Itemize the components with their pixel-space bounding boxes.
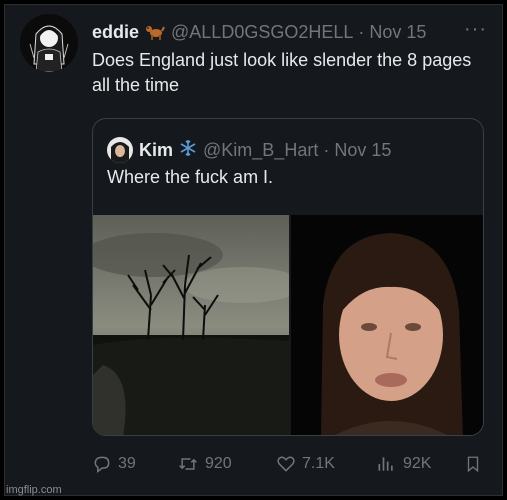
- views-count: 92K: [403, 455, 432, 472]
- reply-button[interactable]: 39: [92, 454, 136, 474]
- views-chart-icon: [378, 457, 393, 471]
- quoted-post-header: Kim @Kim_B_Hart · Nov 15: [107, 137, 391, 163]
- reply-icon: [94, 456, 110, 474]
- bookmark-button[interactable]: [464, 454, 488, 474]
- post-text: Does England just look like slender the …: [92, 50, 472, 95]
- quoted-avatar: [107, 137, 133, 163]
- dog-icon: [145, 23, 165, 41]
- like-count: 7.1K: [302, 455, 335, 472]
- snowflake-icon: [179, 139, 197, 162]
- repost-button[interactable]: 920: [177, 454, 232, 474]
- quoted-post-date: Nov 15: [334, 139, 392, 160]
- user-handle[interactable]: @ALLD0GSGO2HELL: [171, 22, 353, 43]
- repost-count: 920: [205, 455, 232, 472]
- separator-dot: ·: [358, 21, 365, 42]
- quoted-post-text: Where the fuck am I.: [107, 167, 274, 187]
- heart-icon: [277, 456, 295, 472]
- quoted-post[interactable]: Kim @Kim_B_Hart · Nov 15 Where the fuck …: [92, 118, 484, 436]
- post-header: eddie @ALLD0GSGO2HELL · Nov 15 ···: [92, 18, 487, 44]
- quoted-display-name: Kim: [139, 139, 174, 160]
- action-bar: 39 920 7.1K 92K: [92, 452, 484, 476]
- repost-icon: [179, 458, 197, 470]
- avatar-image: [20, 14, 78, 72]
- bookmark-icon: [467, 456, 479, 473]
- watermark: imgflip.com: [6, 484, 62, 496]
- avatar[interactable]: [20, 14, 78, 72]
- reply-count: 39: [118, 455, 136, 472]
- quoted-user-handle: @Kim_B_Hart: [203, 139, 319, 160]
- quoted-separator-dot: ·: [323, 139, 330, 160]
- dark-road-trees-photo[interactable]: [93, 215, 289, 435]
- more-options-icon[interactable]: ···: [464, 18, 487, 41]
- face-selfie-photo[interactable]: [291, 215, 483, 435]
- like-button[interactable]: 7.1K: [276, 454, 335, 474]
- views-button[interactable]: 92K: [375, 454, 431, 474]
- display-name[interactable]: eddie: [92, 22, 139, 43]
- post-date[interactable]: Nov 15: [369, 22, 426, 43]
